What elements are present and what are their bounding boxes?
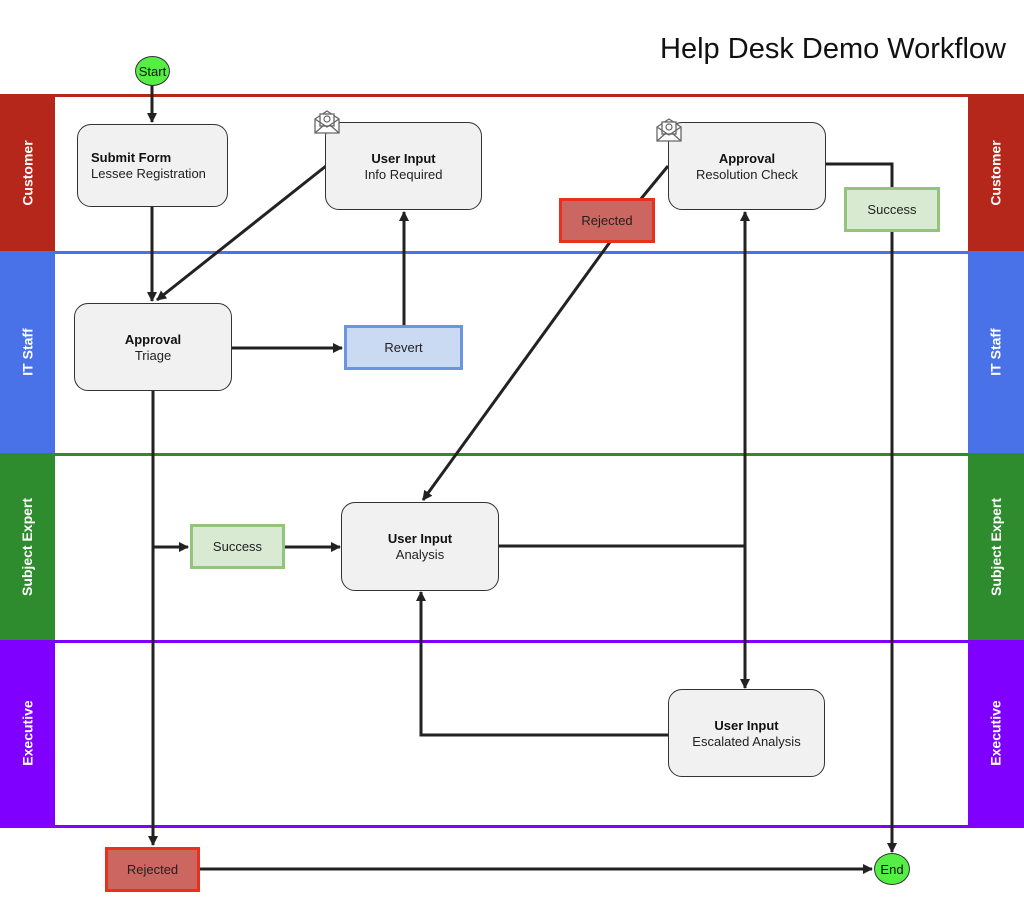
task-name: Lessee Registration bbox=[91, 166, 206, 181]
task-type: User Input bbox=[387, 531, 453, 546]
task-submit-form[interactable]: Submit Form Lessee Registration bbox=[77, 124, 228, 207]
task-name: Info Required bbox=[364, 166, 443, 182]
status-revert[interactable]: Revert bbox=[344, 325, 463, 370]
task-info-required[interactable]: User Input Info Required bbox=[325, 122, 482, 210]
status-label: Success bbox=[867, 202, 917, 217]
status-rejected-customer[interactable]: Rejected bbox=[559, 198, 655, 243]
task-resolution-check[interactable]: Approval Resolution Check bbox=[668, 122, 826, 210]
end-event[interactable]: End bbox=[874, 853, 910, 885]
task-type: Submit Form bbox=[91, 150, 172, 165]
status-label: Success bbox=[212, 539, 263, 554]
status-success-customer[interactable]: Success bbox=[844, 187, 940, 232]
email-icon bbox=[314, 110, 340, 134]
edge-escalated-to-analysis bbox=[416, 591, 668, 737]
task-name: Triage bbox=[134, 347, 172, 363]
edge-resolution-to-success bbox=[826, 162, 894, 187]
start-event[interactable]: Start bbox=[135, 56, 170, 86]
status-label: Revert bbox=[384, 340, 423, 355]
task-escalated-analysis[interactable]: User Input Escalated Analysis bbox=[668, 689, 825, 777]
task-type: User Input bbox=[714, 717, 779, 733]
task-type: Approval bbox=[124, 331, 182, 347]
status-success-expert[interactable]: Success bbox=[190, 524, 285, 569]
start-event-label: Start bbox=[138, 63, 167, 79]
status-label: Rejected bbox=[581, 213, 633, 228]
edge-resolution-to-rejected bbox=[638, 165, 670, 201]
status-rejected-final[interactable]: Rejected bbox=[105, 847, 200, 892]
status-label: Rejected bbox=[126, 862, 179, 877]
edge-rejected-to-analysis bbox=[421, 241, 612, 501]
task-name: Escalated Analysis bbox=[692, 733, 801, 749]
email-icon bbox=[656, 118, 682, 142]
end-event-label: End bbox=[880, 861, 904, 877]
task-type: Approval bbox=[718, 150, 776, 166]
task-name: Analysis bbox=[395, 547, 445, 562]
task-triage[interactable]: Approval Triage bbox=[74, 303, 232, 391]
task-type: User Input bbox=[371, 150, 436, 166]
task-name: Resolution Check bbox=[696, 166, 798, 182]
task-analysis[interactable]: User Input Analysis bbox=[341, 502, 499, 591]
